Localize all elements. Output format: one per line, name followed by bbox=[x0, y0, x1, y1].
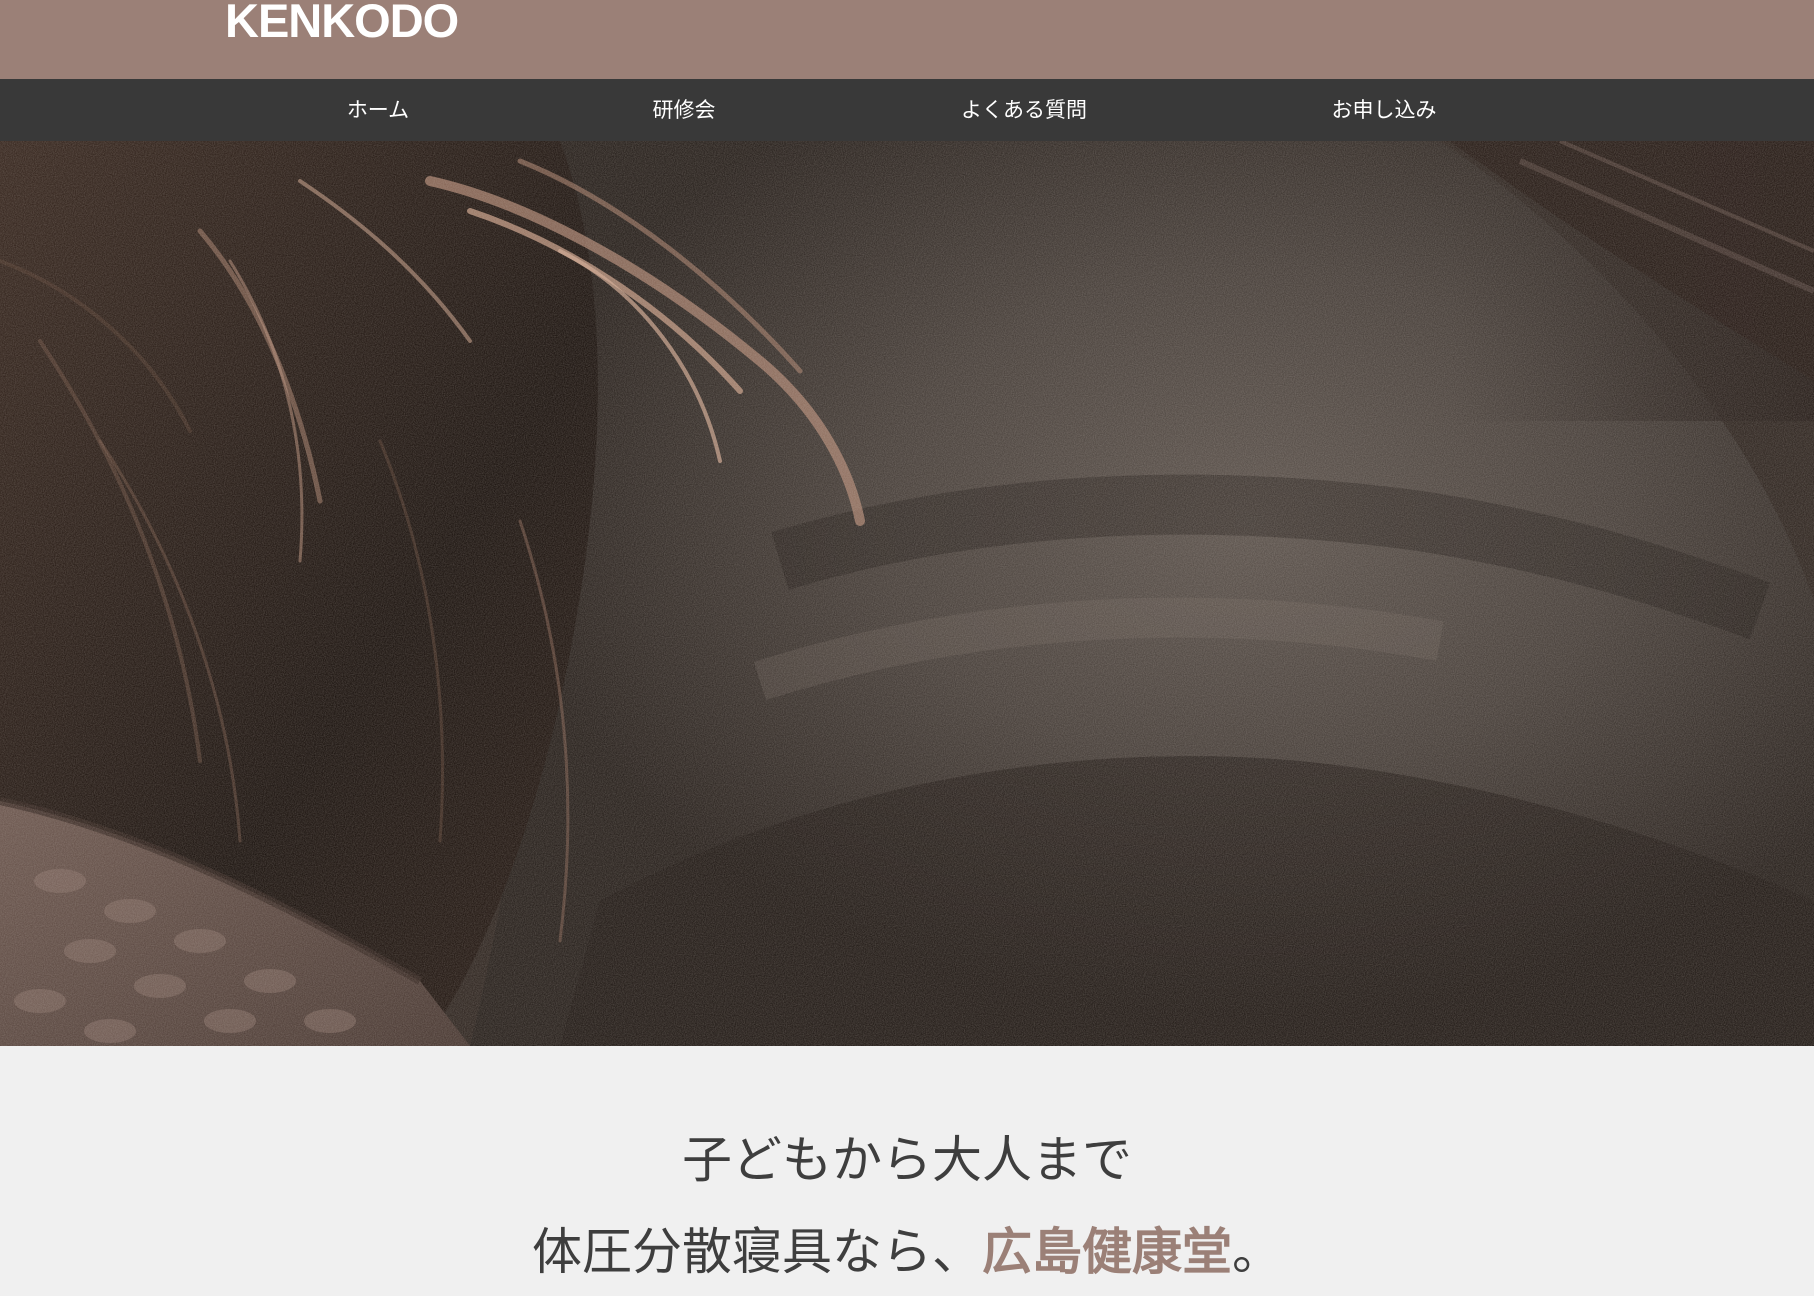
nav-item-apply[interactable]: お申し込み bbox=[1332, 79, 1437, 141]
hero-image bbox=[0, 141, 1814, 1046]
main-nav: ホーム 研修会 よくある質問 お申し込み bbox=[0, 79, 1814, 141]
nav-item-home[interactable]: ホーム bbox=[347, 79, 409, 141]
intro-section: 子どもから大人まで 体圧分散寝具なら、広島健康堂。 bbox=[0, 1046, 1814, 1296]
tagline-line-2: 体圧分散寝具なら、広島健康堂。 bbox=[0, 1222, 1814, 1282]
tagline-prefix: 体圧分散寝具なら、 bbox=[532, 1223, 982, 1281]
tagline-suffix: 。 bbox=[1232, 1223, 1282, 1281]
site-logo[interactable]: KENKODO bbox=[225, 0, 459, 46]
tagline-line-1: 子どもから大人まで bbox=[682, 1131, 1132, 1189]
site-header: KENKODO bbox=[0, 0, 1814, 79]
nav-item-faq[interactable]: よくある質問 bbox=[961, 79, 1087, 141]
hero-photo bbox=[0, 141, 1814, 1046]
nav-item-seminar[interactable]: 研修会 bbox=[653, 79, 716, 141]
tagline-brand: 広島健康堂 bbox=[982, 1223, 1232, 1281]
